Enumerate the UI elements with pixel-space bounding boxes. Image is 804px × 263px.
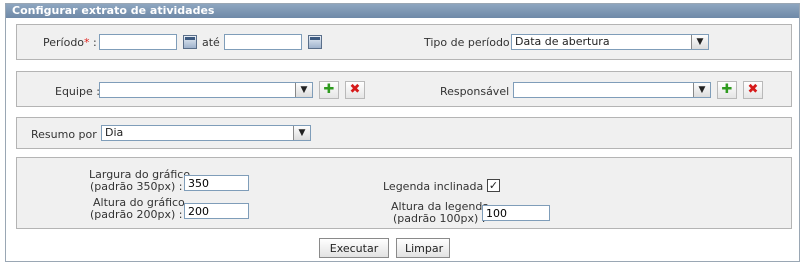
required-mark: *: [84, 36, 90, 49]
config-panel: Configurar extrato de atividades Período…: [5, 3, 800, 262]
chevron-down-icon: ▼: [295, 83, 312, 97]
remove-responsavel-button[interactable]: ✖: [743, 81, 763, 99]
resumo-label: Resumo por :: [31, 128, 104, 141]
altura-legenda-label-line2: (padrão 100px) :: [393, 212, 486, 225]
add-responsavel-button[interactable]: ✚: [717, 81, 737, 99]
equipe-select[interactable]: ▼: [99, 82, 313, 98]
largura-label-line2: (padrão 350px) :: [90, 180, 183, 193]
periodo-fieldset: Período* : até Tipo de período : Data de…: [16, 24, 792, 60]
executar-button[interactable]: Executar: [319, 238, 389, 258]
chevron-down-icon: ▼: [693, 83, 710, 97]
largura-input[interactable]: [184, 175, 249, 191]
panel-title: Configurar extrato de atividades: [6, 4, 799, 18]
altura-legenda-input[interactable]: [482, 205, 550, 221]
calendar-icon-end[interactable]: [308, 35, 322, 49]
chevron-down-icon: ▼: [293, 126, 310, 140]
equipe-fieldset: Equipe : ▼ ✚ ✖ Responsável : ▼ ✚ ✖: [16, 71, 792, 107]
responsavel-label: Responsável :: [440, 85, 517, 98]
check-icon: ✓: [488, 179, 499, 192]
add-equipe-button[interactable]: ✚: [319, 81, 339, 99]
altura-input[interactable]: [184, 203, 249, 219]
equipe-label: Equipe :: [55, 85, 100, 98]
resumo-value: Dia: [105, 126, 124, 139]
altura-label-line2: (padrão 200px) :: [90, 208, 183, 221]
responsavel-select[interactable]: ▼: [513, 82, 711, 98]
periodo-label: Período* :: [43, 36, 97, 49]
resumo-select[interactable]: Dia ▼: [101, 125, 311, 141]
periodo-start-input[interactable]: [99, 34, 177, 50]
legenda-inclinada-checkbox[interactable]: ✓: [487, 179, 500, 192]
periodo-end-input[interactable]: [224, 34, 302, 50]
grafico-fieldset: Largura do gráfico (padrão 350px) : Altu…: [16, 157, 792, 229]
chevron-down-icon: ▼: [691, 35, 708, 49]
resumo-fieldset: Resumo por : Dia ▼: [16, 117, 792, 149]
tipo-periodo-label: Tipo de período :: [424, 36, 517, 49]
legenda-inclinada-label: Legenda inclinada :: [383, 180, 491, 193]
tipo-periodo-select[interactable]: Data de abertura ▼: [511, 34, 709, 50]
tipo-periodo-value: Data de abertura: [515, 35, 610, 48]
periodo-separator: até: [202, 36, 220, 49]
remove-equipe-button[interactable]: ✖: [345, 81, 365, 99]
calendar-icon-start[interactable]: [183, 35, 197, 49]
limpar-button[interactable]: Limpar: [396, 238, 450, 258]
